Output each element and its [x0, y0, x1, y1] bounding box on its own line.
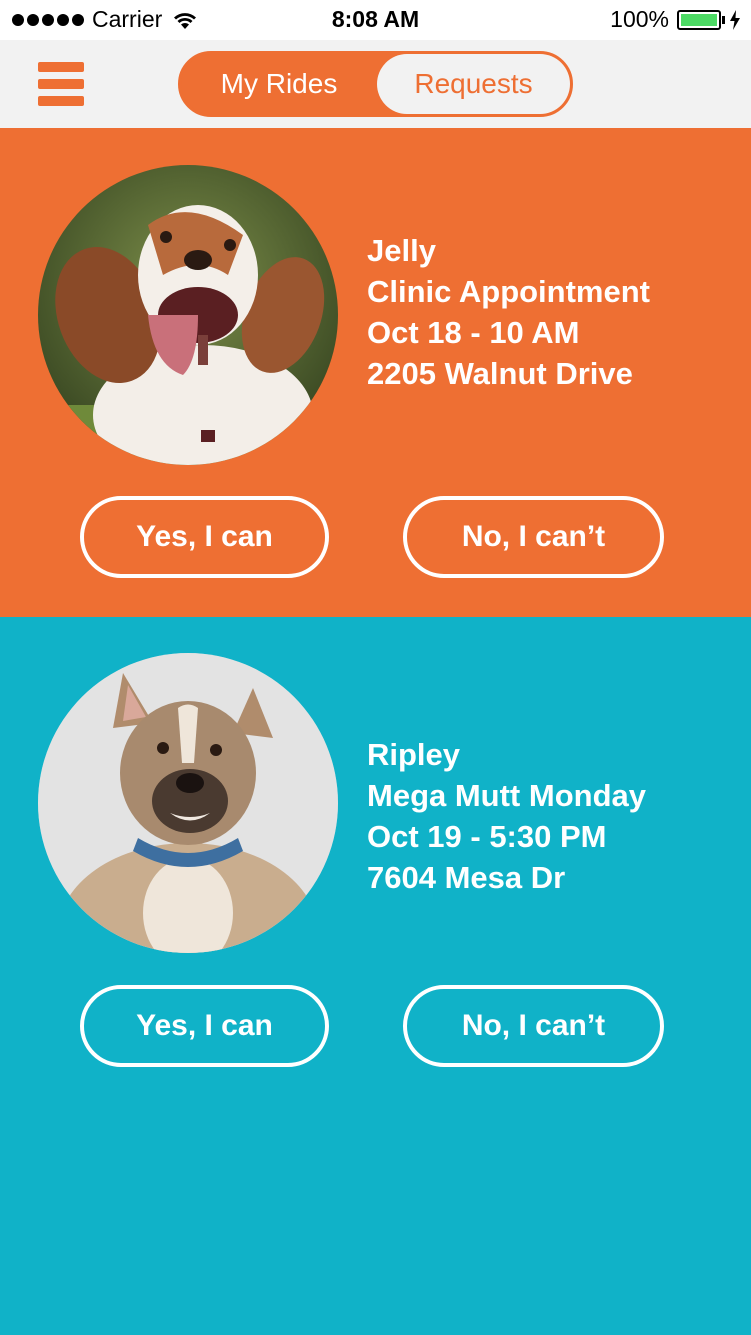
request-info: Jelly Clinic Appointment Oct 18 - 10 AM …	[367, 230, 650, 394]
dog-photo-avatar	[38, 165, 338, 465]
charging-bolt-icon	[730, 9, 740, 30]
status-right: 100%	[610, 6, 741, 33]
signal-strength-icon	[12, 13, 84, 26]
event-name: Clinic Appointment	[367, 274, 650, 309]
event-address: 7604 Mesa Dr	[367, 860, 566, 895]
wifi-icon	[174, 12, 197, 29]
decline-button[interactable]: No, I can’t	[403, 985, 664, 1067]
battery-cap	[722, 15, 725, 24]
battery-percentage: 100%	[610, 6, 669, 32]
status-bar: Carrier 8:08 AM 100%	[0, 0, 751, 40]
carrier-label: Carrier	[92, 6, 163, 32]
dog-name: Ripley	[367, 737, 461, 772]
rides-segmented-control: My Rides Requests	[178, 51, 573, 117]
battery-icon	[677, 9, 721, 30]
event-name: Mega Mutt Monday	[367, 778, 646, 813]
nav-bar: My Rides Requests	[0, 40, 751, 128]
accept-button[interactable]: Yes, I can	[80, 496, 329, 578]
status-left: Carrier	[12, 6, 198, 33]
basset-hound-photo	[38, 165, 338, 465]
event-datetime: Oct 19 - 5:30 PM	[367, 819, 607, 854]
decline-button[interactable]: No, I can’t	[403, 496, 664, 578]
request-info: Ripley Mega Mutt Monday Oct 19 - 5:30 PM…	[367, 734, 646, 898]
tab-requests[interactable]: Requests	[377, 54, 570, 114]
tab-my-rides[interactable]: My Rides	[181, 54, 377, 114]
event-datetime: Oct 18 - 10 AM	[367, 315, 580, 350]
event-address: 2205 Walnut Drive	[367, 356, 633, 391]
request-card: Ripley Mega Mutt Monday Oct 19 - 5:30 PM…	[0, 617, 751, 1335]
hamburger-menu-icon[interactable]	[38, 62, 84, 106]
dog-photo-avatar	[38, 653, 338, 953]
accept-button[interactable]: Yes, I can	[80, 985, 329, 1067]
request-card: Jelly Clinic Appointment Oct 18 - 10 AM …	[0, 128, 751, 617]
pit-bull-photo	[38, 653, 338, 953]
dog-name: Jelly	[367, 233, 436, 268]
